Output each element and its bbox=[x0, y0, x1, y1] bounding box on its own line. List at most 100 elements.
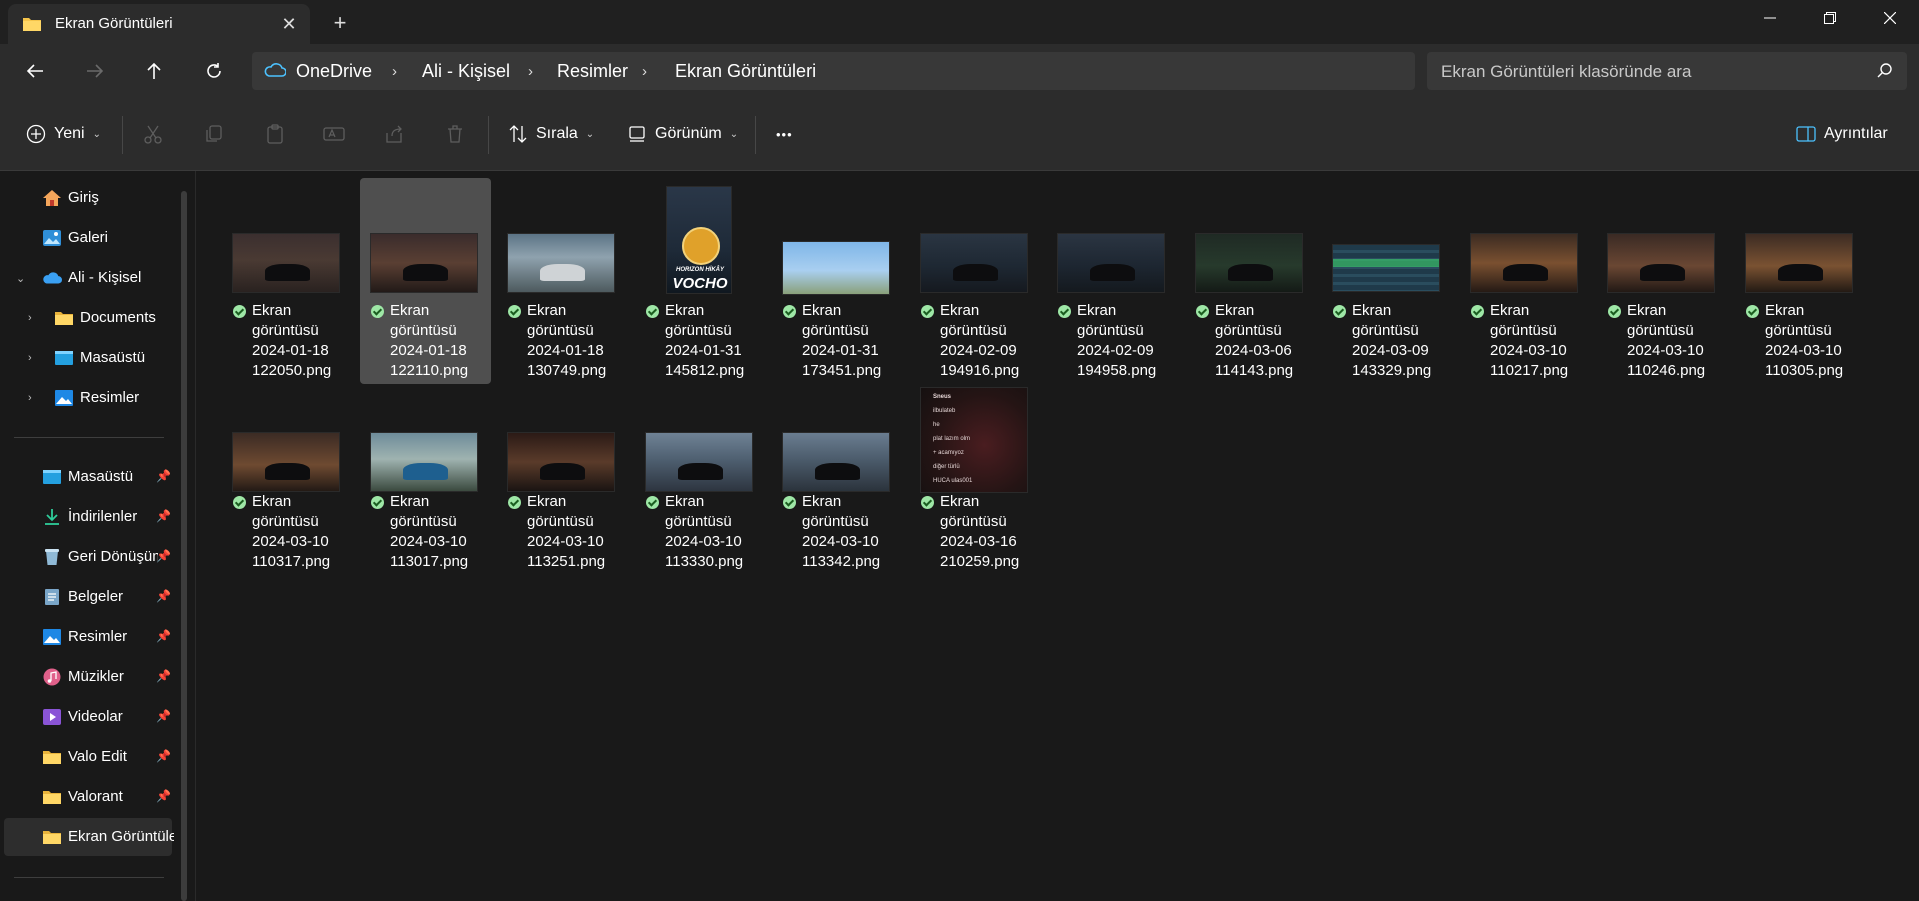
tab-ekran-goruntuleri[interactable]: Ekran Görüntüleri ✕ bbox=[8, 4, 310, 44]
folder-icon bbox=[43, 751, 61, 764]
details-pane-button[interactable]: Ayrıntılar bbox=[1796, 118, 1888, 150]
share-button[interactable] bbox=[384, 118, 404, 150]
file-item[interactable]: Ekran görüntüsü 2024-03-10 110246.png bbox=[1597, 178, 1728, 384]
quick-access-geri-donusum[interactable]: Geri Dönüşüm Kutusu 📌 bbox=[4, 538, 172, 576]
file-item[interactable]: Ekran görüntüsü 2024-03-10 110317.png bbox=[222, 385, 353, 575]
refresh-button[interactable] bbox=[199, 56, 229, 86]
pane-divider[interactable] bbox=[195, 171, 196, 901]
gallery-icon bbox=[43, 230, 61, 246]
sync-status-icon bbox=[921, 496, 934, 509]
pin-icon: 📌 bbox=[156, 749, 171, 763]
file-item[interactable]: Ekran görüntüsü 2024-02-09 194916.png bbox=[910, 178, 1041, 384]
pictures-icon bbox=[55, 390, 73, 406]
sidebar-item-masaustu[interactable]: › Masaüstü bbox=[4, 339, 172, 377]
sync-status-icon bbox=[1058, 305, 1071, 318]
new-button[interactable]: Yeni ⌄ bbox=[26, 118, 101, 150]
arrow-up-icon bbox=[147, 62, 161, 79]
file-item[interactable]: Ekran görüntüsü 2024-01-31 173451.png bbox=[772, 178, 903, 384]
file-item[interactable]: Ekran görüntüsü 2024-02-09 194958.png bbox=[1047, 178, 1178, 384]
breadcrumb-separator[interactable]: › bbox=[392, 63, 397, 80]
file-item[interactable]: Sneus ilbulateb he plat lazım olm + acamıyoz… bbox=[910, 385, 1041, 575]
search-input[interactable]: Ekran Görüntüleri klasöründe ara bbox=[1441, 62, 1691, 82]
sidebar-item-resimler[interactable]: › Resimler bbox=[4, 379, 172, 417]
file-item[interactable]: Ekran görüntüsü 2024-03-10 110217.png bbox=[1460, 178, 1591, 384]
file-item[interactable]: Ekran görüntüsü 2024-01-18 122050.png bbox=[222, 178, 353, 384]
view-button[interactable]: Görünüm ⌄ bbox=[627, 118, 738, 150]
file-item[interactable]: Ekran görüntüsü 2024-03-06 114143.png bbox=[1185, 178, 1316, 384]
breadcrumb-ekran-goruntuleri[interactable]: Ekran Görüntüleri bbox=[675, 61, 816, 82]
car-shape bbox=[1228, 264, 1273, 281]
breadcrumb-ali-kisisel[interactable]: Ali - Kişisel bbox=[422, 61, 510, 82]
details-pane-icon bbox=[1796, 126, 1816, 142]
file-item[interactable]: Ekran görüntüsü 2024-03-10 113251.png bbox=[497, 385, 628, 575]
sidebar-item-galeri[interactable]: Galeri bbox=[4, 219, 172, 257]
sync-status-icon bbox=[783, 496, 796, 509]
file-item[interactable]: Ekran görüntüsü 2024-01-18 130749.png bbox=[497, 178, 628, 384]
sidebar-scrollbar[interactable] bbox=[181, 191, 187, 901]
chevron-right-icon[interactable]: › bbox=[28, 352, 32, 364]
plus-circle-icon bbox=[26, 124, 46, 144]
address-bar[interactable]: OneDrive › Ali - Kişisel › Resimler › Ek… bbox=[252, 52, 1415, 90]
new-tab-button[interactable]: + bbox=[326, 9, 354, 37]
file-item[interactable]: Ekran görüntüsü 2024-01-18 122110.png bbox=[360, 178, 491, 384]
forward-button[interactable] bbox=[80, 56, 110, 86]
arrow-left-icon bbox=[26, 64, 43, 78]
breadcrumb-onedrive[interactable]: OneDrive bbox=[296, 61, 372, 82]
sort-button[interactable]: Sırala ⌄ bbox=[508, 118, 594, 150]
file-item[interactable]: Ekran görüntüsü 2024-03-10 113330.png bbox=[635, 385, 766, 575]
quick-access-belgeler[interactable]: Belgeler 📌 bbox=[4, 578, 172, 616]
sidebar-item-label: Masaüstü bbox=[68, 468, 134, 485]
quick-access-ekran-goruntuleri[interactable]: Ekran Görüntüleri bbox=[4, 818, 174, 856]
quick-access-muzikler[interactable]: Müzikler 📌 bbox=[4, 658, 172, 696]
file-item[interactable]: Ekran görüntüsü 2024-03-10 113342.png bbox=[772, 385, 903, 575]
search-icon[interactable] bbox=[1877, 62, 1893, 83]
chevron-right-icon[interactable]: › bbox=[28, 392, 32, 404]
quick-access-indirilenler[interactable]: İndirilenler 📌 bbox=[4, 498, 172, 536]
breadcrumb-resimler[interactable]: Resimler bbox=[557, 61, 628, 82]
quick-access-masaustu[interactable]: Masaüstü 📌 bbox=[4, 458, 172, 496]
new-button-label: Yeni bbox=[54, 125, 85, 142]
back-button[interactable] bbox=[20, 56, 50, 86]
title-bar: Ekran Görüntüleri ✕ + bbox=[0, 0, 1919, 44]
quick-access-videolar[interactable]: Videolar 📌 bbox=[4, 698, 172, 736]
breadcrumb-separator[interactable]: › bbox=[642, 63, 647, 80]
close-window-button[interactable] bbox=[1860, 0, 1919, 36]
restore-button[interactable] bbox=[1800, 0, 1860, 36]
cut-button[interactable] bbox=[143, 118, 163, 150]
up-button[interactable] bbox=[139, 56, 169, 86]
file-item[interactable]: Ekran görüntüsü 2024-03-10 110305.png bbox=[1735, 178, 1866, 384]
file-name: Ekran görüntüsü 2024-03-10 113251.png bbox=[527, 493, 606, 570]
paste-button[interactable] bbox=[265, 118, 285, 150]
sync-status-icon bbox=[783, 305, 796, 318]
sidebar-item-documents[interactable]: › Documents bbox=[4, 299, 172, 337]
rename-button[interactable] bbox=[323, 118, 345, 150]
sidebar-item-ali-kisisel[interactable]: ⌄ Ali - Kişisel bbox=[4, 259, 172, 297]
chevron-down-icon[interactable]: ⌄ bbox=[16, 272, 25, 285]
copy-button[interactable] bbox=[204, 118, 224, 150]
delete-button[interactable] bbox=[445, 118, 465, 150]
file-item[interactable]: HORIZON HİKÂY VOCHO Ekran görüntüsü 2024-0… bbox=[635, 178, 766, 384]
chevron-right-icon[interactable]: › bbox=[28, 312, 32, 324]
more-options-button[interactable]: ••• bbox=[776, 118, 793, 150]
sync-status-icon bbox=[646, 496, 659, 509]
file-name: Ekran görüntüsü 2024-01-18 130749.png bbox=[527, 302, 607, 379]
sidebar-item-label: Valo Edit bbox=[68, 748, 127, 765]
file-name: Ekran görüntüsü 2024-02-09 194958.png bbox=[1077, 302, 1157, 379]
file-item[interactable]: Ekran görüntüsü 2024-03-10 113017.png bbox=[360, 385, 491, 575]
file-thumbnail bbox=[370, 233, 478, 293]
file-item[interactable]: Ekran görüntüsü 2024-03-09 143329.png bbox=[1322, 178, 1453, 384]
thumbnail-caption: VOCHO bbox=[672, 275, 728, 292]
sidebar-item-giris[interactable]: Giriş bbox=[4, 179, 172, 217]
thumbnail-chat-line: Sneus bbox=[933, 394, 952, 400]
quick-access-resimler[interactable]: Resimler 📌 bbox=[4, 618, 172, 656]
search-box[interactable]: Ekran Görüntüleri klasöründe ara bbox=[1427, 52, 1907, 90]
file-name: Ekran görüntüsü 2024-03-09 143329.png bbox=[1352, 302, 1432, 379]
close-tab-button[interactable]: ✕ bbox=[276, 11, 302, 37]
car-shape bbox=[265, 463, 310, 480]
sidebar-item-label: Resimler bbox=[68, 628, 128, 645]
minimize-button[interactable] bbox=[1740, 0, 1800, 36]
quick-access-valo-edit[interactable]: Valo Edit 📌 bbox=[4, 738, 172, 776]
quick-access-valorant[interactable]: Valorant 📌 bbox=[4, 778, 172, 816]
sort-icon bbox=[509, 125, 527, 143]
breadcrumb-separator[interactable]: › bbox=[528, 63, 533, 80]
